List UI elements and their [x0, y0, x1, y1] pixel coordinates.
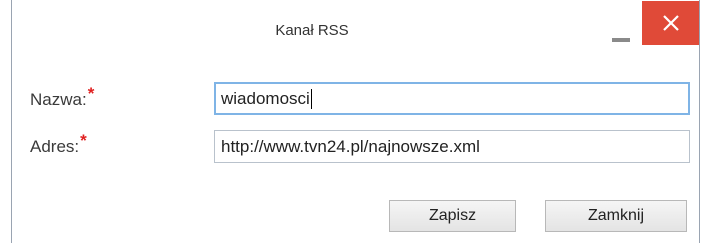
- address-label-text: Adres:: [30, 137, 80, 156]
- required-asterisk-icon: *: [80, 131, 87, 150]
- name-input-value: wiadomosci: [221, 89, 310, 108]
- name-label: Nazwa:*: [30, 84, 94, 110]
- close-button[interactable]: Zamknij: [545, 200, 687, 232]
- close-icon: [662, 15, 679, 31]
- rss-feed-dialog: Kanał RSS Nazwa:* wiadomosci Adres:* htt…: [11, 0, 700, 243]
- name-input[interactable]: wiadomosci: [214, 82, 690, 115]
- required-asterisk-icon: *: [87, 84, 95, 103]
- minimize-icon: [612, 38, 630, 42]
- address-input[interactable]: http://www.tvn24.pl/najnowsze.xml: [214, 130, 690, 163]
- close-window-button[interactable]: [642, 1, 699, 45]
- address-label: Adres:*: [30, 131, 87, 157]
- name-label-text: Nazwa:: [30, 90, 87, 109]
- dialog-title: Kanał RSS: [275, 22, 349, 39]
- save-button[interactable]: Zapisz: [389, 200, 516, 232]
- text-caret: [310, 88, 312, 109]
- title-bar[interactable]: Kanał RSS: [12, 0, 699, 60]
- minimize-button[interactable]: [610, 14, 634, 44]
- address-input-value: http://www.tvn24.pl/najnowsze.xml: [221, 137, 480, 156]
